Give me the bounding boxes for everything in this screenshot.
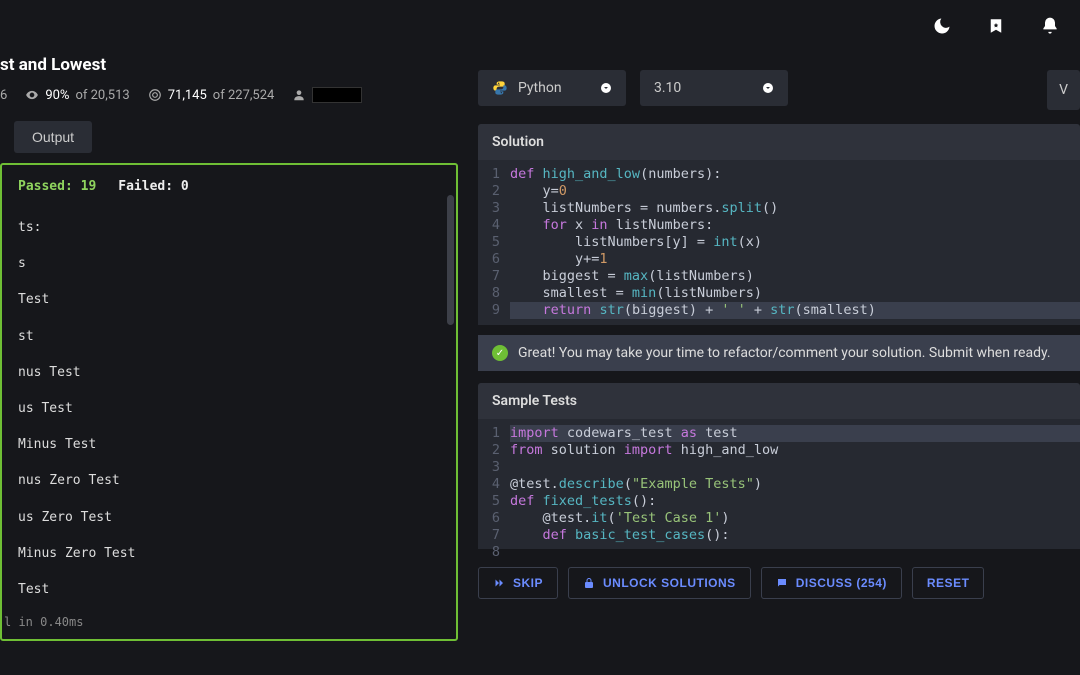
vim-toggle[interactable]: V <box>1047 70 1080 110</box>
passed-count: Passed: 19 <box>18 179 96 194</box>
test-item: st <box>18 319 440 355</box>
test-item: nus Zero Test <box>18 463 440 499</box>
test-item: us Test <box>18 391 440 427</box>
scrollbar[interactable] <box>447 195 454 535</box>
rank-partial: 6 <box>0 88 7 103</box>
python-icon <box>492 80 508 96</box>
skip-button[interactable]: SKIP <box>478 567 558 599</box>
kata-title: st and Lowest <box>0 55 106 75</box>
lock-icon <box>583 577 595 589</box>
test-item: us Zero Test <box>18 500 440 536</box>
language-dropdown[interactable]: Python <box>478 70 626 106</box>
sample-tests-panel: Sample Tests 12345678 import codewars_te… <box>478 383 1080 549</box>
solution-panel: Solution 123456789 def high_and_low(numb… <box>478 124 1080 325</box>
chevron-down-icon <box>600 82 612 94</box>
sample-tests-header: Sample Tests <box>478 383 1080 419</box>
test-item: s <box>18 246 440 282</box>
solution-editor[interactable]: 123456789 def high_and_low(numbers): y=0… <box>478 160 1080 325</box>
test-item: Minus Test <box>18 427 440 463</box>
bookmark-icon[interactable] <box>987 16 1005 40</box>
discuss-button[interactable]: DISCUSS (254) <box>761 567 902 599</box>
test-item: Minus Zero Test <box>18 536 440 572</box>
kata-stats: 6 90% of 20,513 71,145 of 227,524 <box>0 83 460 115</box>
test-item: Test <box>18 282 440 318</box>
chevron-down-icon <box>762 82 774 94</box>
target-icon <box>148 88 162 102</box>
sample-tests-editor[interactable]: 12345678 import codewars_test as test fr… <box>478 419 1080 549</box>
solution-header: Solution <box>478 124 1080 160</box>
test-item: nus Test <box>18 355 440 391</box>
check-icon: ✓ <box>492 345 508 361</box>
author-stat[interactable] <box>292 87 362 103</box>
timing-text: l in 0.40ms <box>2 615 83 629</box>
reset-button[interactable]: RESET <box>912 567 985 599</box>
success-banner: ✓ Great! You may take your time to refac… <box>478 335 1080 371</box>
forward-icon <box>493 577 505 589</box>
bell-icon[interactable] <box>1040 16 1060 40</box>
author-avatar <box>312 87 362 103</box>
chat-icon <box>776 577 788 589</box>
unlock-solutions-button[interactable]: UNLOCK SOLUTIONS <box>568 567 751 599</box>
user-icon <box>292 88 306 102</box>
satisfaction-stat: 90% of 20,513 <box>25 88 129 103</box>
test-results-list: ts: s Test st nus Test us Test Minus Tes… <box>2 204 456 614</box>
completed-stat: 71,145 of 227,524 <box>148 88 275 103</box>
output-tab[interactable]: Output <box>14 121 92 153</box>
eye-icon <box>25 88 39 102</box>
version-dropdown[interactable]: 3.10 <box>640 70 788 106</box>
output-panel: Passed: 19 Failed: 0 ts: s Test st nus T… <box>0 163 458 641</box>
moon-icon[interactable] <box>932 16 952 40</box>
test-item: Test <box>18 572 440 608</box>
failed-count: Failed: 0 <box>118 179 188 194</box>
